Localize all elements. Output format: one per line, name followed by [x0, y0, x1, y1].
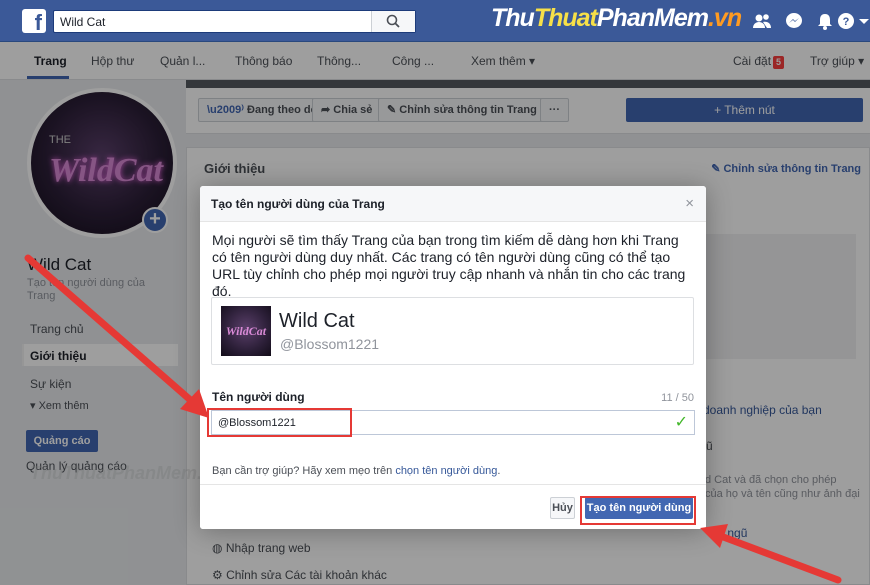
arrow-to-input: [24, 254, 209, 418]
annotation-arrows: [24, 254, 842, 584]
arrow-to-submit: [700, 524, 842, 584]
